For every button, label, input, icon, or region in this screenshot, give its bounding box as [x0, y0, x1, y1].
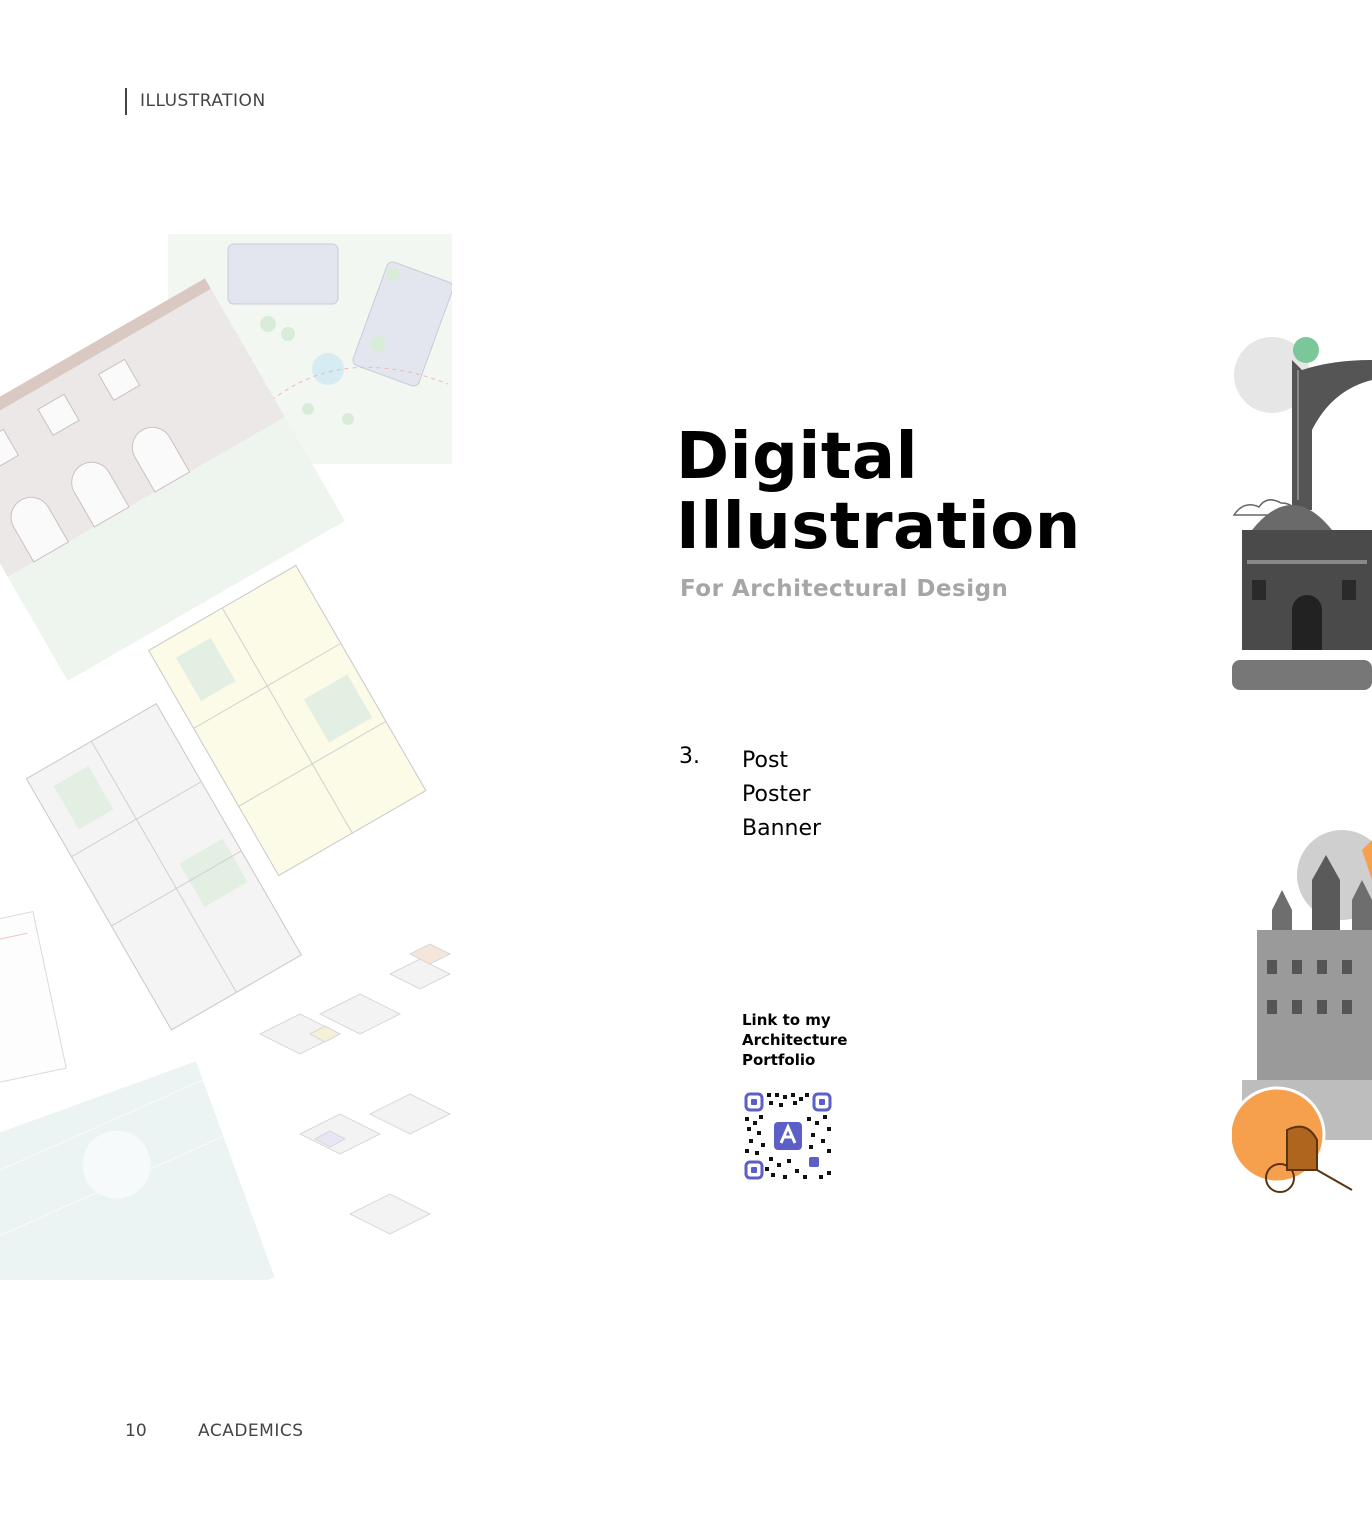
page-title: Digital Illustration — [676, 422, 1081, 562]
qr-code[interactable] — [743, 1091, 833, 1181]
deliverables-list: Post Poster Banner — [742, 744, 821, 846]
arch-ruin-illustration — [1292, 360, 1372, 510]
section-divider — [125, 88, 127, 115]
green-dot-decoration — [1293, 337, 1319, 363]
caption-line: Portfolio — [742, 1051, 816, 1069]
list-item: Post — [742, 748, 789, 773]
kolkata-illustration-collage — [1232, 337, 1372, 1193]
footer-section-label: ACADEMICS — [198, 1421, 304, 1441]
title-line-2: Illustration — [676, 490, 1081, 564]
portfolio-link-caption: Link to my Architecture Portfolio — [742, 1010, 872, 1070]
caption-line: Link to my — [742, 1011, 831, 1029]
caption-line: Architecture — [742, 1031, 848, 1049]
render-drawing — [0, 1061, 275, 1280]
title-line-1: Digital — [676, 420, 919, 494]
list-item: Banner — [742, 816, 822, 841]
axonometric-blocks — [258, 943, 452, 1235]
list-number: 3. — [679, 744, 700, 769]
page-number: 10 — [125, 1421, 147, 1441]
section-label: ILLUSTRATION — [140, 91, 266, 111]
section-drawing — [0, 910, 67, 1088]
mosque-illustration — [1232, 505, 1372, 690]
architectural-drawings-collage — [0, 234, 452, 1280]
list-item: Poster — [742, 782, 811, 807]
page-subtitle: For Architectural Design — [680, 576, 1009, 602]
